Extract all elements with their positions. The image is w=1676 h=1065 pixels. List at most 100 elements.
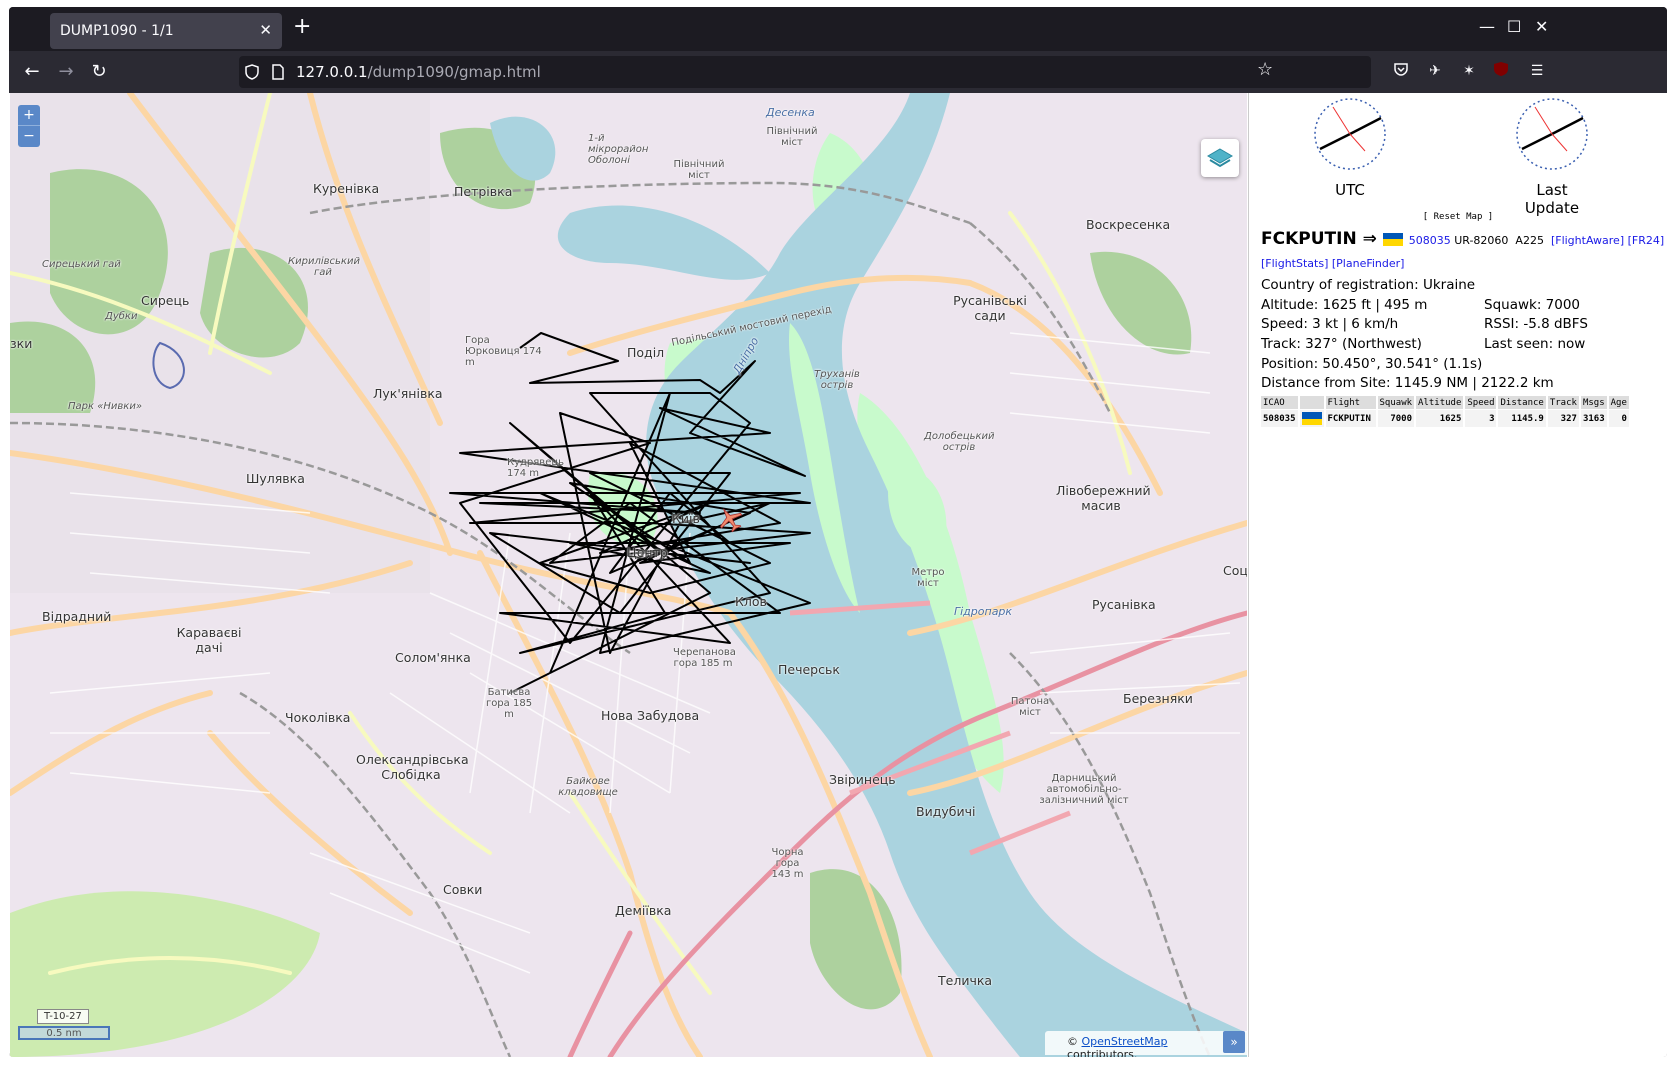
bookmark-star-icon[interactable]: ☆ (1257, 59, 1273, 80)
zoom-control: + − (18, 105, 40, 147)
place-label: 1-й мікрорайон Оболоні (588, 133, 649, 166)
place-label: Нова Забудова (601, 708, 700, 723)
tab-strip: DUMP1090 - 1/1 ✕ + — ☐ ✕ (9, 7, 1667, 51)
place-label: Теличка (938, 973, 993, 988)
privacy-badger-icon[interactable]: ✶ (1459, 61, 1479, 81)
header-track[interactable]: Track (1547, 396, 1579, 409)
layer-switcher-button[interactable] (1201, 139, 1239, 177)
planefinder-link[interactable]: [PlaneFinder] (1332, 257, 1405, 270)
menu-icon[interactable]: ☰ (1527, 61, 1547, 81)
url-bar[interactable]: 127.0.0.1/dump1090/gmap.html ☆ (239, 56, 1371, 88)
last-seen-info: Last seen: now (1484, 336, 1586, 352)
zoom-out-button[interactable]: − (18, 126, 40, 147)
header-icao[interactable]: ICAO (1261, 396, 1298, 409)
maximize-icon[interactable]: ☐ (1507, 17, 1521, 36)
place-label: Метро міст (911, 567, 945, 589)
place-label: Чоколівка (285, 710, 351, 725)
forward-icon[interactable]: → (53, 60, 79, 84)
aircraft-icon[interactable] (716, 505, 744, 533)
new-tab-icon[interactable]: + (293, 16, 311, 38)
last-update-clock: Last Update (1507, 97, 1597, 217)
cell-distance: 1145.9 (1498, 410, 1546, 427)
place-label: Соц (1223, 563, 1247, 578)
cell-flag (1299, 410, 1324, 427)
reload-icon[interactable]: ↻ (86, 60, 112, 84)
ukraine-flag-icon (1382, 232, 1403, 246)
registration: UR-82060 (1454, 234, 1509, 247)
place-label: Лівобережний масив (1056, 483, 1151, 513)
map-view[interactable]: Куренівка Петрівка Північний міст Північ… (10, 93, 1247, 1057)
attribution-suffix: contributors. (1067, 1048, 1138, 1057)
flightstats-link[interactable]: [FlightStats] (1261, 257, 1328, 270)
track-line (449, 332, 811, 694)
cell-age: 0 (1608, 410, 1629, 427)
header-msgs[interactable]: Msgs (1580, 396, 1607, 409)
close-window-icon[interactable]: ✕ (1535, 17, 1548, 36)
place-label: Караваєві дачі (176, 625, 242, 655)
tab-dump1090[interactable]: DUMP1090 - 1/1 ✕ (50, 13, 282, 49)
icao-link[interactable]: 508035 (1409, 234, 1451, 247)
close-tab-icon[interactable]: ✕ (259, 21, 272, 39)
place-label: Батиєва гора 185 m (485, 687, 533, 720)
place-label: Дарницький автомобільно-залізничний міст (1039, 773, 1129, 806)
place-label: Олександрівська Слобідка (356, 752, 469, 782)
pocket-icon[interactable] (1391, 61, 1411, 81)
place-label: Байкове кладовище (558, 776, 618, 798)
info-panel: UTC Last Update [ Reset Map ] FCKPUTIN ⇒ (1248, 93, 1667, 1057)
browser-window: DUMP1090 - 1/1 ✕ + — ☐ ✕ ← → ↻ 127.0.0.1… (9, 7, 1667, 1057)
url-path: /dump1090/gmap.html (367, 63, 541, 81)
header-speed[interactable]: Speed (1465, 396, 1497, 409)
header-flag[interactable] (1299, 396, 1324, 409)
place-label: Солом'янка (395, 650, 471, 665)
squawk-info: Squawk: 7000 (1484, 297, 1581, 313)
extension-icon[interactable]: ✈ (1425, 61, 1445, 81)
flight-header: FCKPUTIN ⇒ 508035 UR-82060 A225 [FlightA… (1261, 229, 1664, 249)
cell-speed: 3 (1465, 410, 1497, 427)
ublock-icon[interactable] (1491, 61, 1511, 81)
place-label: Кирилівський гай (288, 256, 360, 278)
url-text[interactable]: 127.0.0.1/dump1090/gmap.html (296, 63, 541, 81)
place-label: Чорна гора 143 m (771, 847, 804, 880)
map-attribution: © OpenStreetMap contributors. (1045, 1031, 1247, 1057)
place-label: Петрівка (454, 184, 513, 199)
callsign: FCKPUTIN (1261, 229, 1357, 249)
position-info: Position: 50.450°, 30.541° (1.1s) (1261, 356, 1483, 372)
attribution-prefix: © (1067, 1035, 1078, 1048)
zoom-in-button[interactable]: + (18, 105, 40, 126)
header-age[interactable]: Age (1608, 396, 1629, 409)
place-label: Русанівські сади (953, 293, 1027, 323)
place-label: Північний міст (673, 159, 725, 181)
place-label: Долобецький острів (924, 431, 995, 453)
fr24-link[interactable]: [FR24] (1628, 234, 1665, 247)
place-label: Північний міст (766, 126, 818, 148)
speed-info: Speed: 3 kt | 6 km/h (1261, 316, 1399, 332)
attribution-toggle-button[interactable]: » (1223, 1031, 1245, 1053)
openstreetmap-link[interactable]: OpenStreetMap (1082, 1035, 1168, 1048)
shield-icon[interactable] (245, 64, 259, 80)
utc-clock: UTC (1305, 97, 1395, 199)
arrow: ⇒ (1362, 229, 1377, 249)
utc-clock-face (1314, 98, 1386, 170)
distance-info: Distance from Site: 1145.9 NM | 2122.2 k… (1261, 375, 1554, 391)
place-label: Гора Юрковиця 174 m (465, 335, 542, 368)
place-label: Гідропарк (954, 605, 1013, 618)
back-icon[interactable]: ← (19, 60, 45, 84)
cell-icao: 508035 (1261, 410, 1298, 427)
place-label: Куренівка (313, 181, 380, 196)
tab-title: DUMP1090 - 1/1 (60, 23, 174, 39)
place-label: Парк «Нивки» (68, 401, 143, 412)
header-distance[interactable]: Distance (1498, 396, 1546, 409)
minimize-icon[interactable]: — (1479, 17, 1495, 36)
header-squawk[interactable]: Squawk (1377, 396, 1415, 409)
url-host: 127.0.0.1 (296, 63, 368, 81)
header-altitude[interactable]: Altitude (1416, 396, 1464, 409)
place-label: Шулявка (246, 471, 305, 486)
place-label: Кудрявець 174 m (507, 457, 565, 479)
place-label: Клов (735, 594, 767, 609)
last-update-clock-face (1516, 98, 1588, 170)
reset-map-button[interactable]: [ Reset Map ] (1249, 212, 1667, 222)
cell-altitude: 1625 (1416, 410, 1464, 427)
table-row[interactable]: 508035 FCKPUTIN 7000 1625 3 1145.9 327 3… (1261, 410, 1629, 427)
header-flight[interactable]: Flight (1325, 396, 1376, 409)
flightaware-link[interactable]: [FlightAware] (1551, 234, 1624, 247)
